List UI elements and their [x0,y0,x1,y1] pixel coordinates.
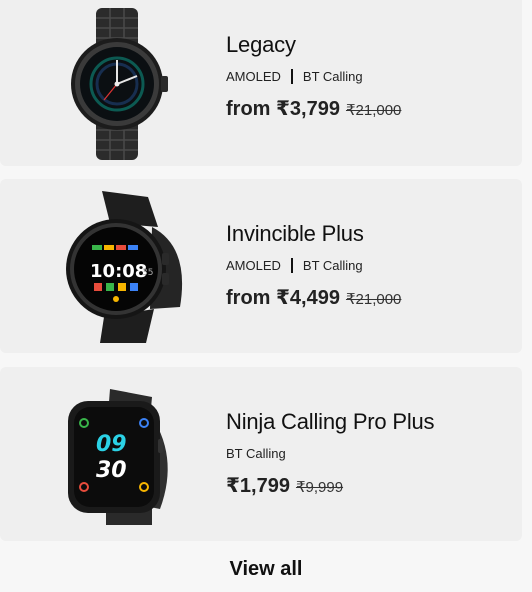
price-row: ₹1,799 ₹9,999 [226,473,434,498]
original-price: ₹21,000 [345,102,402,119]
sale-price: ₹1,799 [226,475,290,497]
product-info: Invincible Plus AMOLED BT Calling from ₹… [226,221,401,310]
product-tag: AMOLED [226,257,281,273]
product-info: Legacy AMOLED BT Calling from ₹3,799 ₹21… [226,32,401,121]
svg-text:30: 30 [96,458,127,483]
product-card-invincible-plus[interactable]: 10:08 35 Invincible Plus AMOLED BT Calli… [0,179,522,353]
product-image[interactable]: 10:08 35 [40,187,200,347]
price-row: from ₹4,499 ₹21,000 [226,285,401,310]
watch-time: 10:08 [90,261,147,282]
product-name[interactable]: Invincible Plus [226,221,401,247]
price-row: from ₹3,799 ₹21,000 [226,96,401,121]
product-tag: AMOLED [226,68,281,84]
original-price: ₹9,999 [295,479,344,496]
svg-text:09: 09 [96,432,127,457]
product-info: Ninja Calling Pro Plus BT Calling ₹1,799… [226,409,435,498]
product-image[interactable]: 09 30 [40,375,200,535]
product-name[interactable]: Ninja Calling Pro Plus [226,409,435,435]
svg-text:35: 35 [142,268,153,278]
product-tags: AMOLED BT Calling [226,257,401,273]
product-card-ninja-calling-pro-plus[interactable]: 09 30 Ninja Calling Pro Plus BT Calling … [0,367,522,541]
sale-price: from ₹3,799 [226,98,340,120]
product-image[interactable] [40,4,200,164]
original-price: ₹21,000 [345,291,402,308]
tag-divider [290,257,293,273]
sale-price: from ₹4,499 [226,287,340,309]
product-tag: BT Calling [302,257,363,273]
tag-divider [290,68,293,84]
product-tag: BT Calling [302,68,363,84]
product-name[interactable]: Legacy [226,32,401,58]
product-tag: BT Calling [226,445,286,461]
product-tags: AMOLED BT Calling [226,68,401,84]
view-all-link[interactable]: View all [0,558,532,581]
product-card-legacy[interactable]: Legacy AMOLED BT Calling from ₹3,799 ₹21… [0,0,522,166]
product-tags: BT Calling [226,445,434,461]
